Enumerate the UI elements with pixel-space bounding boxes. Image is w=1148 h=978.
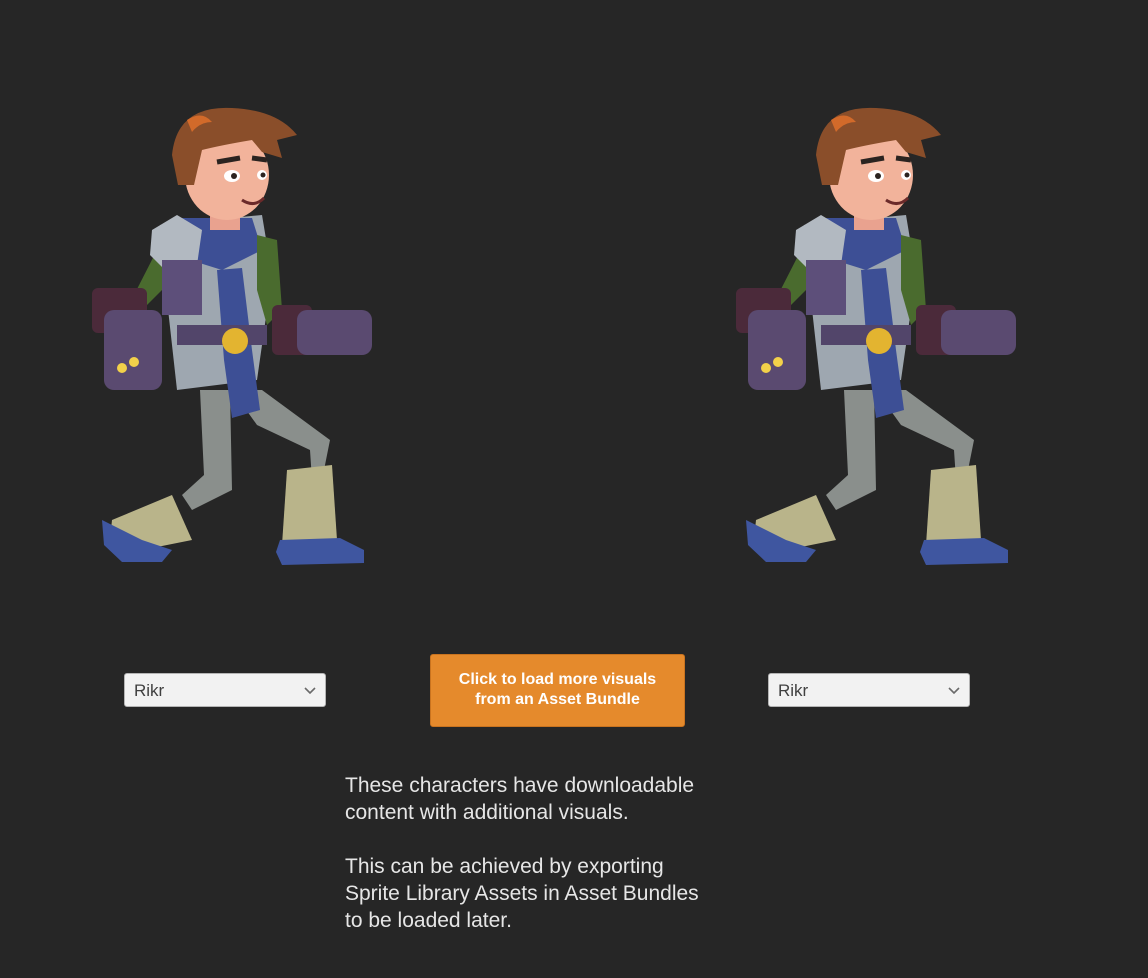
dropdown-value: Rikr	[778, 681, 809, 700]
button-label-line2: from an Asset Bundle	[475, 691, 640, 708]
character-sprite-left	[82, 100, 382, 580]
info-line: These characters have downloadable	[345, 774, 695, 797]
character-sprite-right	[726, 100, 1026, 580]
character-select-dropdown-left[interactable]: Rikr	[124, 673, 326, 707]
chevron-down-icon	[948, 687, 960, 695]
info-paragraph-2: This can be achieved by exporting Sprite…	[345, 853, 765, 934]
button-label-line1: Click to load more visuals	[458, 671, 657, 688]
character-sprite-icon	[736, 107, 1016, 565]
load-asset-bundle-button[interactable]: Click to load more visuals from an Asset…	[430, 654, 685, 727]
info-paragraph-1: These characters have downloadable conte…	[345, 772, 765, 826]
chevron-down-icon	[304, 687, 316, 695]
character-select-dropdown-right[interactable]: Rikr	[768, 673, 970, 707]
info-line: This can be achieved by exporting	[345, 855, 664, 878]
dropdown-value: Rikr	[134, 681, 165, 700]
character-sprite-icon	[92, 107, 372, 565]
info-line: content with additional visuals.	[345, 801, 629, 824]
info-line: to be loaded later.	[345, 909, 512, 932]
info-line: Sprite Library Assets in Asset Bundles	[345, 882, 699, 905]
